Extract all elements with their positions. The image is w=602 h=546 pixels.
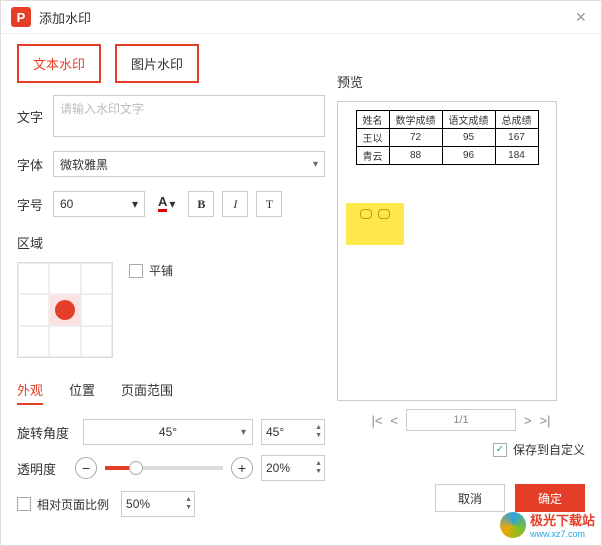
chevron-down-icon: ▾ <box>169 197 175 211</box>
rotate-value: 45° <box>159 425 177 439</box>
font-label: 字体 <box>17 155 53 174</box>
tile-label: 平铺 <box>149 262 173 279</box>
font-value: 微软雅黑 <box>60 156 108 173</box>
pos-tc[interactable] <box>49 263 80 294</box>
spin-up-icon[interactable]: ▲ <box>315 460 322 468</box>
subtab-appearance[interactable]: 外观 <box>17 380 43 405</box>
checkbox-checked-icon: ✓ <box>493 443 507 457</box>
ok-button[interactable]: 确定 <box>515 484 585 512</box>
pager: |< < 1/1 > >| <box>337 409 585 431</box>
rotate-spin-value: 45° <box>266 425 284 439</box>
tab-text-watermark[interactable]: 文本水印 <box>17 44 101 83</box>
page-next-button[interactable]: > <box>524 413 532 428</box>
pos-ml[interactable] <box>18 294 49 325</box>
watermark-text-input[interactable]: 请输入水印文字 <box>53 95 325 137</box>
cancel-button[interactable]: 取消 <box>435 484 505 512</box>
page-last-button[interactable]: >| <box>540 413 551 428</box>
save-custom-checkbox[interactable]: ✓ 保存到自定义 <box>493 441 585 458</box>
fontsize-select[interactable]: 60 ▾ <box>53 191 145 217</box>
titlebar: P 添加水印 ✕ <box>1 1 601 34</box>
save-custom-label: 保存到自定义 <box>513 441 585 458</box>
slider-track <box>105 466 129 470</box>
spin-down-icon[interactable]: ▼ <box>315 432 322 440</box>
chevron-down-icon: ▾ <box>313 159 318 170</box>
page-first-button[interactable]: |< <box>371 413 382 428</box>
text-label: 文字 <box>17 107 53 126</box>
opacity-spinner[interactable]: 20% ▲▼ <box>261 455 325 481</box>
spin-up-icon[interactable]: ▲ <box>315 424 322 432</box>
pos-bl[interactable] <box>18 326 49 357</box>
app-logo: P <box>11 7 31 27</box>
italic-button[interactable]: I <box>222 191 248 217</box>
pos-br[interactable] <box>81 326 112 357</box>
page-number[interactable]: 1/1 <box>406 409 516 431</box>
spin-down-icon[interactable]: ▼ <box>315 468 322 476</box>
tab-image-watermark[interactable]: 图片水印 <box>115 44 199 83</box>
pos-mr[interactable] <box>81 294 112 325</box>
preview-label: 预览 <box>337 72 585 91</box>
brand-watermark: 极光下载站 www.xz7.com <box>500 510 595 539</box>
checkbox-icon <box>129 264 143 278</box>
pos-bc[interactable] <box>49 326 80 357</box>
brand-name: 极光下载站 <box>530 510 595 529</box>
close-icon[interactable]: ✕ <box>575 9 591 25</box>
relative-value: 50% <box>126 497 150 511</box>
subtab-position[interactable]: 位置 <box>69 380 95 405</box>
spin-up-icon[interactable]: ▲ <box>185 496 192 504</box>
pos-center[interactable] <box>49 294 80 325</box>
opacity-label: 透明度 <box>17 459 75 478</box>
preview-table: 姓名 数学成绩 语文成绩 总成绩 王以 72 95 167 青云 88 <box>356 110 539 165</box>
subtab-range[interactable]: 页面范围 <box>121 380 173 405</box>
font-color-button[interactable]: A ▾ <box>153 191 180 217</box>
pos-tl[interactable] <box>18 263 49 294</box>
font-select[interactable]: 微软雅黑 ▾ <box>53 151 325 177</box>
rotate-spinner[interactable]: 45° ▲▼ <box>261 419 325 445</box>
chevron-down-icon: ▾ <box>241 427 246 438</box>
preview-image <box>346 203 404 245</box>
text-effect-button[interactable]: T <box>256 191 282 217</box>
position-dot-icon <box>55 300 75 320</box>
bold-button[interactable]: B <box>188 191 214 217</box>
relative-label: 相对页面比例 <box>37 496 109 513</box>
opacity-increase-button[interactable]: + <box>231 457 253 479</box>
opacity-slider[interactable] <box>105 466 223 470</box>
opacity-value: 20% <box>266 461 290 475</box>
slider-thumb[interactable] <box>129 461 143 475</box>
position-grid[interactable] <box>17 262 113 358</box>
tile-checkbox[interactable]: 平铺 <box>129 262 173 279</box>
rotate-select[interactable]: 45° ▾ <box>83 419 253 445</box>
chevron-down-icon: ▾ <box>132 197 138 211</box>
area-label: 区域 <box>17 233 325 252</box>
opacity-decrease-button[interactable]: − <box>75 457 97 479</box>
spin-down-icon[interactable]: ▼ <box>185 504 192 512</box>
fontsize-value: 60 <box>60 197 73 211</box>
brand-icon <box>500 512 526 538</box>
relative-spinner[interactable]: 50% ▲▼ <box>121 491 195 517</box>
pos-tr[interactable] <box>81 263 112 294</box>
dialog-title: 添加水印 <box>39 8 575 27</box>
font-color-icon: A <box>158 196 167 212</box>
rotate-label: 旋转角度 <box>17 423 75 442</box>
preview-area: 姓名 数学成绩 语文成绩 总成绩 王以 72 95 167 青云 88 <box>337 101 557 401</box>
checkbox-icon <box>17 497 31 511</box>
brand-url: www.xz7.com <box>530 529 595 539</box>
relative-scale-checkbox[interactable]: 相对页面比例 <box>17 496 109 513</box>
size-label: 字号 <box>17 195 53 214</box>
page-prev-button[interactable]: < <box>390 413 398 428</box>
